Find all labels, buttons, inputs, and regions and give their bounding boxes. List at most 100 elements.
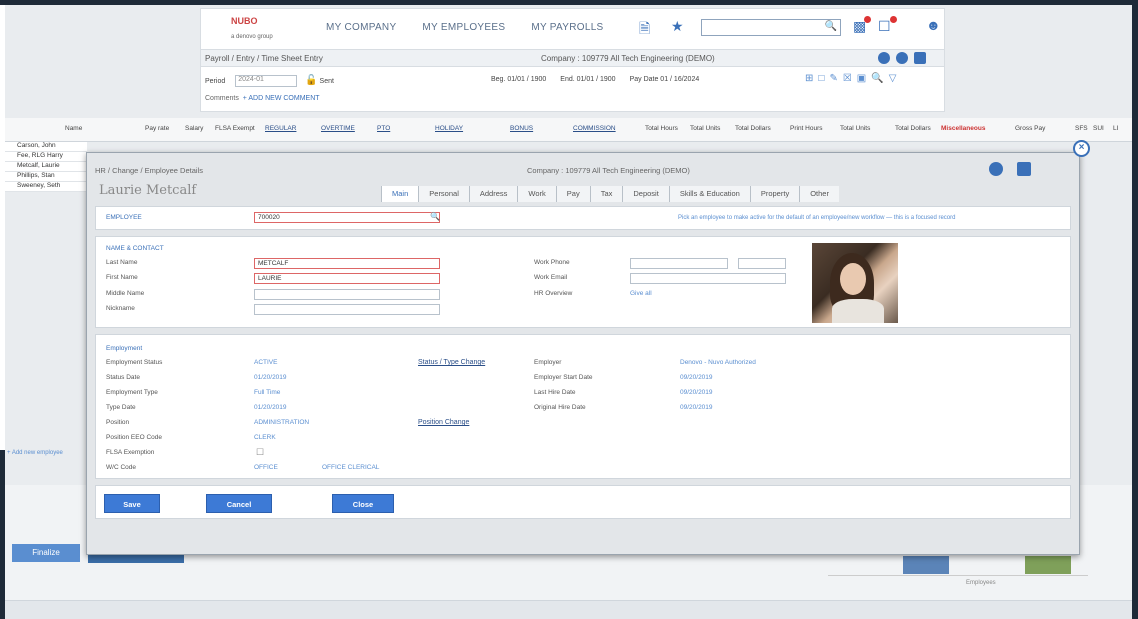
work-phone-field[interactable]: [630, 258, 728, 269]
col-total-hours[interactable]: Total Hours: [645, 125, 678, 132]
add-comment-link[interactable]: + ADD NEW COMMENT: [243, 95, 320, 102]
cancel-button[interactable]: Cancel: [206, 494, 272, 513]
col-regular[interactable]: REGULAR: [265, 125, 296, 132]
logo[interactable]: NUBO a denovo group: [231, 16, 291, 42]
employer-value[interactable]: Denovo - Nuvo Authorized: [680, 359, 756, 366]
position-change-link[interactable]: Position Change: [418, 419, 469, 426]
table-row[interactable]: Phillips, Stan: [5, 172, 87, 182]
col-sfs[interactable]: SFS: [1075, 125, 1088, 132]
tab-property[interactable]: Property: [749, 186, 800, 202]
menu-icon[interactable]: [1017, 162, 1031, 176]
search-input[interactable]: 🔍: [701, 19, 841, 36]
document-icon[interactable]: 🗎: [639, 18, 650, 42]
original-hire-value[interactable]: 09/20/2019: [680, 404, 713, 411]
tab-tax[interactable]: Tax: [589, 186, 623, 202]
help-icon[interactable]: [896, 52, 908, 64]
col-overtime[interactable]: OVERTIME: [321, 125, 355, 132]
search-icon[interactable]: 🔍: [430, 212, 440, 221]
col-pay-rate[interactable]: Pay rate: [145, 125, 169, 132]
filter-icon[interactable]: ▽: [889, 73, 897, 84]
finalize-button[interactable]: Finalize: [12, 544, 80, 562]
nav-my-company[interactable]: MY COMPANY: [326, 22, 396, 33]
col-sui[interactable]: SUI: [1093, 125, 1104, 132]
nav-my-employees[interactable]: MY EMPLOYEES: [422, 22, 505, 33]
tab-pay[interactable]: Pay: [555, 186, 590, 202]
col-total-dollars-2[interactable]: Total Dollars: [895, 125, 931, 132]
col-total-units-2[interactable]: Total Units: [840, 125, 870, 132]
copy-icon[interactable]: □: [818, 73, 824, 84]
tab-skills-education[interactable]: Skills & Education: [668, 186, 750, 202]
last-hire-value[interactable]: 09/20/2019: [680, 389, 713, 396]
tab-address[interactable]: Address: [468, 186, 518, 202]
delete-icon[interactable]: ☒: [843, 73, 852, 84]
col-commission[interactable]: COMMISSION: [573, 125, 616, 132]
nav-my-payrolls[interactable]: MY PAYROLLS: [531, 22, 603, 33]
work-email-field[interactable]: [630, 273, 786, 284]
star-icon[interactable]: ★: [671, 18, 684, 35]
col-flsa[interactable]: FLSA Exempt: [215, 125, 255, 132]
period-select[interactable]: 2024-01: [235, 75, 298, 88]
employee-details-modal: HR / Change / Employee Details Company :…: [86, 152, 1080, 555]
employee-input[interactable]: 700020: [254, 212, 440, 223]
middle-name-field[interactable]: [254, 289, 440, 300]
col-pto[interactable]: PTO: [377, 125, 390, 132]
edit-icon[interactable]: ✎: [829, 73, 837, 84]
employee-photo[interactable]: [812, 243, 898, 323]
employment-type-value[interactable]: Full Time: [254, 389, 280, 396]
first-name-field[interactable]: LAURIE: [254, 273, 440, 284]
close-icon[interactable]: ×: [1073, 140, 1090, 157]
work-phone-ext-field[interactable]: [738, 258, 786, 269]
tab-other[interactable]: Other: [799, 186, 839, 202]
settings-icon[interactable]: [878, 52, 890, 64]
col-salary[interactable]: Salary: [185, 125, 203, 132]
col-total-units[interactable]: Total Units: [690, 125, 720, 132]
flsa-checkbox[interactable]: ☐: [256, 447, 264, 458]
comments-label: Comments: [205, 95, 239, 102]
hr-overview-value[interactable]: Give all: [630, 290, 652, 297]
status-type-change-link[interactable]: Status / Type Change: [418, 359, 485, 366]
zoom-icon[interactable]: 🔍: [871, 73, 883, 84]
col-print-hours[interactable]: Print Hours: [790, 125, 823, 132]
nickname-field[interactable]: [254, 304, 440, 315]
tab-main[interactable]: Main: [381, 186, 419, 202]
search-icon[interactable]: 🔍: [825, 21, 837, 32]
menu-icon[interactable]: [914, 52, 926, 64]
employer-start-value[interactable]: 09/20/2019: [680, 374, 713, 381]
help-icon[interactable]: [989, 162, 1003, 176]
col-gross-pay[interactable]: Gross Pay: [1015, 125, 1045, 132]
col-name[interactable]: Name: [65, 125, 82, 132]
table-row[interactable]: Fee, RLG Harry: [5, 152, 87, 162]
last-name-field[interactable]: METCALF: [254, 258, 440, 269]
cart-badge: [890, 16, 897, 23]
position-eeo-value[interactable]: CLERK: [254, 434, 276, 441]
add-icon[interactable]: ⊞: [805, 73, 813, 84]
col-miscellaneous[interactable]: Miscellaneous: [941, 125, 985, 132]
status-date-value[interactable]: 01/20/2019: [254, 374, 287, 381]
tab-personal[interactable]: Personal: [418, 186, 469, 202]
period-row: Period 2024-01 🔓 Sent: [205, 75, 334, 88]
add-employee-link[interactable]: + Add new employee: [7, 450, 63, 456]
col-bonus[interactable]: BONUS: [510, 125, 533, 132]
table-row[interactable]: Metcalf, Laurie: [5, 162, 87, 172]
col-li[interactable]: LI: [1113, 125, 1118, 132]
logo-subtitle: a denovo group: [231, 34, 273, 40]
table-row[interactable]: Sweeney, Seth: [5, 182, 87, 192]
table-row[interactable]: Carson, John: [5, 142, 87, 152]
cart-icon[interactable]: ☐: [878, 18, 891, 35]
export-icon[interactable]: ▣: [857, 73, 866, 84]
employment-status-value[interactable]: ACTIVE: [254, 359, 277, 366]
save-button[interactable]: Save: [104, 494, 160, 513]
begin-date: Beg. 01/01 / 1900: [491, 76, 547, 83]
close-button[interactable]: Close: [332, 494, 394, 513]
wc-code-value[interactable]: OFFICE: [254, 464, 278, 471]
type-date-value[interactable]: 01/20/2019: [254, 404, 287, 411]
tab-deposit[interactable]: Deposit: [622, 186, 669, 202]
tab-work[interactable]: Work: [517, 186, 556, 202]
position-value[interactable]: ADMINISTRATION: [254, 419, 309, 426]
name-section-heading: NAME & CONTACT: [106, 245, 164, 252]
user-icon[interactable]: ☻: [926, 17, 941, 33]
lock-icon[interactable]: 🔓: [305, 75, 317, 86]
middle-name-label: Middle Name: [106, 290, 145, 297]
col-holiday[interactable]: HOLIDAY: [435, 125, 463, 132]
col-total-dollars[interactable]: Total Dollars: [735, 125, 771, 132]
